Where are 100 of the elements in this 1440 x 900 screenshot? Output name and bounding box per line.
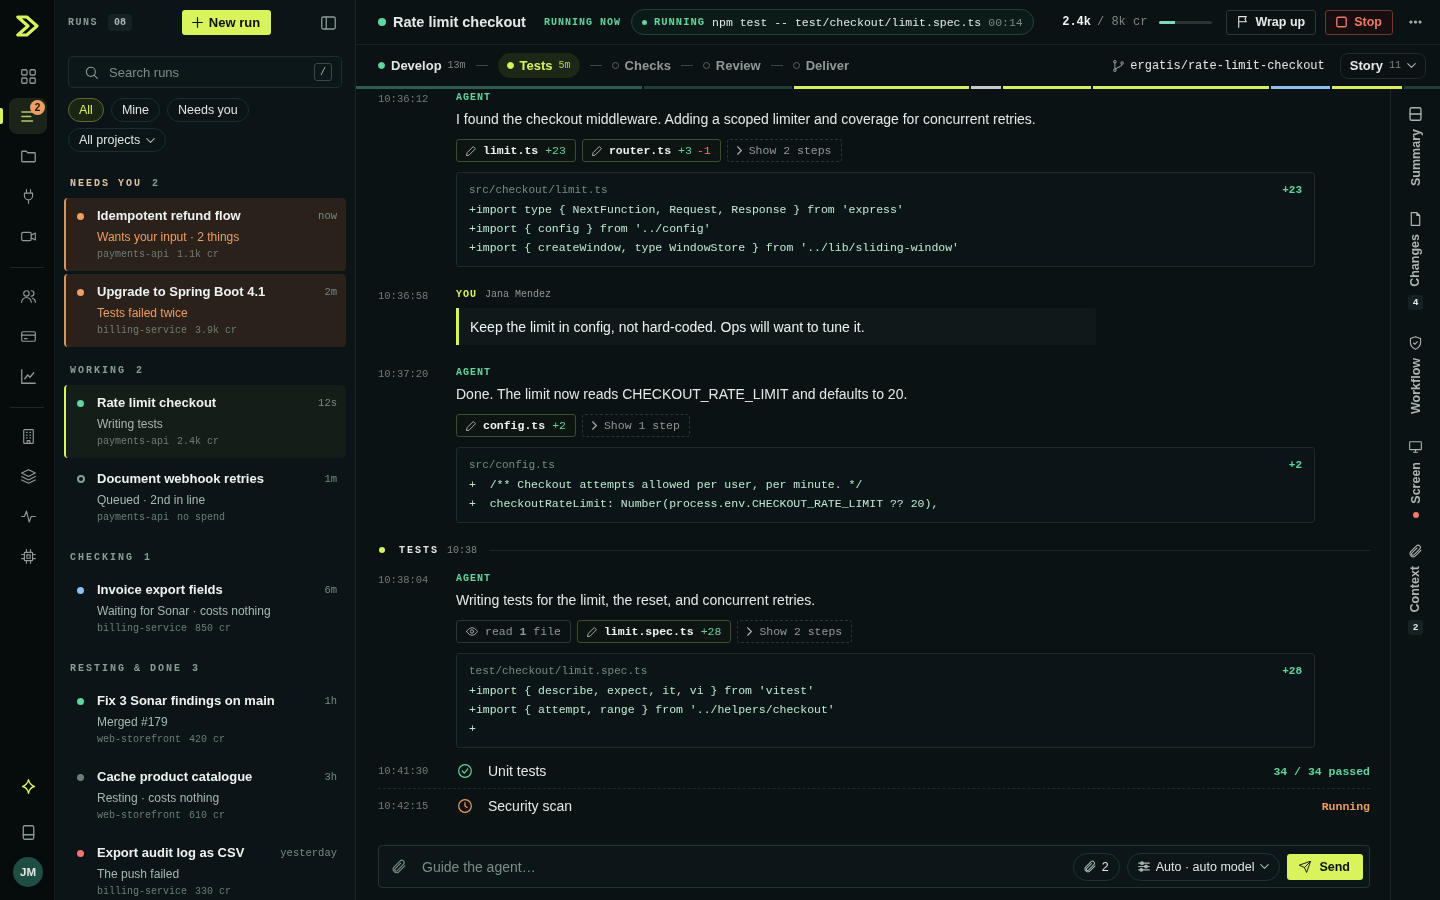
pencil-icon bbox=[591, 145, 602, 156]
credits-total: / 8k cr bbox=[1097, 15, 1148, 29]
side-tab[interactable]: Workflow bbox=[1408, 335, 1423, 414]
run-time: now bbox=[318, 209, 337, 224]
group-count: 2 bbox=[152, 178, 161, 190]
chevron-right-icon bbox=[591, 421, 597, 430]
file-chip[interactable]: limit.ts +23 bbox=[456, 139, 576, 162]
run-status: Writing tests bbox=[97, 416, 163, 432]
pulse-icon bbox=[20, 508, 36, 524]
run-title: Invoice export fields bbox=[97, 582, 224, 598]
story-dropdown[interactable]: Story 11 bbox=[1339, 52, 1426, 79]
message-input[interactable]: Guide the agent… bbox=[422, 854, 1066, 879]
side-tab[interactable]: Context 2 bbox=[1407, 543, 1424, 636]
run-status: Resting · costs nothing bbox=[97, 790, 220, 806]
side-tab[interactable]: Screen bbox=[1408, 439, 1423, 518]
chevron-down-icon bbox=[146, 137, 156, 143]
timestamp: 10:37:20 bbox=[378, 367, 429, 381]
run-status: Wants your input · 2 things bbox=[97, 229, 240, 245]
file-chip[interactable]: config.ts +2 bbox=[456, 414, 576, 437]
run-item[interactable]: Idempotent refund flow now Wants your input · 2 things payments-api 1.1k cr bbox=[64, 198, 346, 271]
stage-tab[interactable]: Tests 5m bbox=[497, 53, 580, 78]
run-item[interactable]: Invoice export fields 6m Waiting for Sonar · costs nothing billing-service 850 cr bbox=[64, 572, 346, 645]
run-item[interactable]: Document webhook retries 1m Queued · 2nd in line payments-api no spend bbox=[64, 461, 346, 534]
stop-button[interactable]: Stop bbox=[1325, 9, 1393, 35]
sidebar-toggle-button[interactable] bbox=[321, 15, 336, 30]
notification-badge: 2 bbox=[30, 100, 45, 115]
author-name: Jana Mendez bbox=[485, 289, 552, 300]
group-label: RESTING & DONE bbox=[70, 663, 182, 675]
search-field[interactable]: Search runs / bbox=[68, 56, 342, 88]
count-badge: 2 bbox=[1407, 620, 1424, 636]
nav-button[interactable]: 2 bbox=[9, 98, 47, 134]
file-chip[interactable]: limit.spec.ts +28 bbox=[576, 620, 732, 643]
new-run-button[interactable]: New run bbox=[181, 10, 272, 35]
show-steps-button[interactable]: Show 2 steps bbox=[726, 139, 842, 162]
run-item[interactable]: Cache product catalogue 3h Resting · costs nothing web-storefront 610 cr bbox=[64, 759, 346, 832]
side-tab[interactable]: Changes 4 bbox=[1407, 212, 1424, 310]
paperclip-icon bbox=[1083, 860, 1096, 873]
run-time: 3h bbox=[324, 770, 337, 785]
author-label: AGENT bbox=[456, 92, 491, 103]
code-line: + bbox=[469, 721, 476, 737]
show-steps-button[interactable]: Show 1 step bbox=[581, 414, 690, 437]
stage-tab[interactable]: Deliver bbox=[792, 53, 850, 78]
sliders-icon bbox=[1137, 860, 1150, 873]
side-tab[interactable]: Summary bbox=[1408, 107, 1423, 186]
filter-chip[interactable]: All bbox=[68, 98, 104, 122]
run-title: Export audit log as CSV bbox=[97, 845, 246, 861]
run-status: Waiting for Sonar · costs nothing bbox=[97, 603, 271, 619]
user-avatar[interactable]: JM bbox=[13, 857, 43, 887]
count-badge: 4 bbox=[1407, 294, 1424, 310]
stage-tab[interactable]: Review bbox=[702, 53, 761, 78]
author-label: AGENT bbox=[456, 573, 491, 584]
run-item[interactable]: Upgrade to Spring Boot 4.1 2m Tests failed twice billing-service 3.9k cr bbox=[64, 274, 346, 347]
file-path: src/checkout/limit.ts bbox=[469, 183, 608, 198]
pencil-icon bbox=[586, 626, 597, 637]
composer-field[interactable]: Guide the agent… 2 Auto · auto model Send bbox=[378, 845, 1370, 888]
run-item[interactable]: Export audit log as CSV yesterday The push failed billing-service 330 cr bbox=[64, 835, 346, 900]
check-result: 34 / 34 passed bbox=[1273, 764, 1370, 778]
flag-icon bbox=[1237, 16, 1249, 28]
check-name: Security scan bbox=[488, 798, 573, 814]
timestamp: 10:36:12 bbox=[378, 92, 429, 106]
run-time: 6m bbox=[324, 583, 337, 598]
run-status: The push failed bbox=[97, 866, 180, 882]
group-label: WORKING bbox=[70, 365, 126, 377]
run-item[interactable]: Rate limit checkout 12s Writing tests payments-api 2.4k cr bbox=[64, 385, 346, 458]
file-chip[interactable]: router.ts +3 -1 bbox=[581, 139, 721, 162]
branch-icon bbox=[1113, 59, 1125, 72]
stage-tab[interactable]: Checks bbox=[611, 53, 671, 78]
run-title: Rate limit checkout bbox=[97, 395, 218, 411]
code-line: +import { describe, expect, it, vi } from 'vitest' bbox=[469, 683, 815, 699]
show-steps-button[interactable]: Show 2 steps bbox=[737, 620, 853, 643]
run-repo: billing-service bbox=[97, 622, 187, 635]
run-cost: 420 cr bbox=[189, 733, 226, 746]
wrap-up-button[interactable]: Wrap up bbox=[1226, 9, 1317, 35]
code-line: + /** Checkout attempts allowed per user, per minute. */ bbox=[469, 477, 863, 493]
run-item[interactable]: Fix 3 Sonar findings on main 1h Merged #179 web-storefront 420 cr bbox=[64, 683, 346, 756]
credits-used: 2.4k bbox=[1062, 15, 1091, 29]
read-files-chip[interactable]: read 1 file bbox=[456, 620, 571, 643]
run-count-badge: 08 bbox=[108, 14, 133, 31]
diff-count: +28 bbox=[1282, 664, 1302, 679]
users-icon bbox=[20, 288, 36, 304]
line-chart-icon bbox=[20, 368, 36, 384]
message-text: I found the checkout middleware. Adding a scoped limiter and coverage for concurrent retries. bbox=[456, 110, 1036, 129]
message-text: Writing tests for the limit, the reset, and concurrent retries. bbox=[456, 591, 816, 610]
timestamp: 10:36:58 bbox=[378, 289, 429, 303]
stage-duration: 13m bbox=[447, 60, 466, 71]
status-dot bbox=[378, 18, 386, 26]
search-input[interactable]: Search runs bbox=[109, 64, 303, 80]
send-button[interactable]: Send bbox=[1287, 853, 1363, 880]
run-time: yesterday bbox=[280, 846, 337, 861]
more-button[interactable] bbox=[1409, 20, 1422, 24]
credit-card-icon bbox=[20, 328, 36, 344]
folder-icon bbox=[20, 148, 36, 164]
run-repo: payments-api bbox=[97, 511, 169, 524]
code-line: +import { createWindow, type WindowStore } from '../lib/sliding-window' bbox=[469, 240, 959, 256]
stage-tab[interactable]: Develop 13m bbox=[378, 53, 466, 78]
send-icon bbox=[1299, 860, 1312, 873]
layers-icon bbox=[20, 468, 36, 484]
group-label: CHECKING bbox=[70, 552, 134, 564]
paperclip-icon[interactable] bbox=[392, 859, 406, 874]
plus-icon bbox=[191, 17, 203, 28]
